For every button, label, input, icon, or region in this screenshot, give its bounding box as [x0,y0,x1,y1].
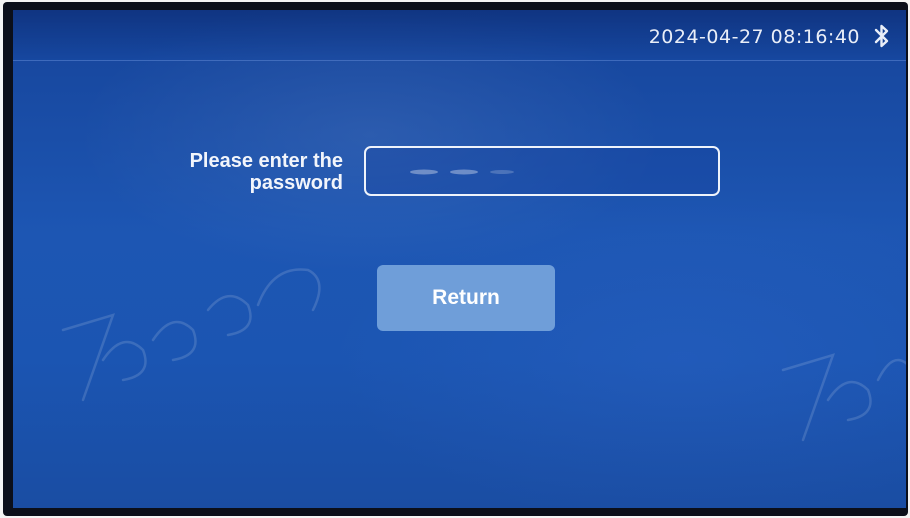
password-label-line2: password [249,172,343,194]
password-mask-glow [410,169,514,175]
datetime-display: 2024-04-27 08:16:40 [648,26,860,48]
bluetooth-icon [872,23,892,49]
device-photo: 2024-04-27 08:16:40 Please enter the pas… [0,0,910,518]
watermark-logo-right [781,353,906,442]
screen-bezel: 2024-04-27 08:16:40 Please enter the pas… [3,2,908,516]
password-label-line1: Please enter the [189,150,343,172]
status-bar: 2024-04-27 08:16:40 [13,10,906,61]
password-label: Please enter the password [133,150,343,194]
device-screen: 2024-04-27 08:16:40 Please enter the pas… [13,10,906,508]
password-input[interactable] [364,146,720,196]
return-button[interactable]: Return [377,265,555,331]
watermark-logo [61,268,321,402]
